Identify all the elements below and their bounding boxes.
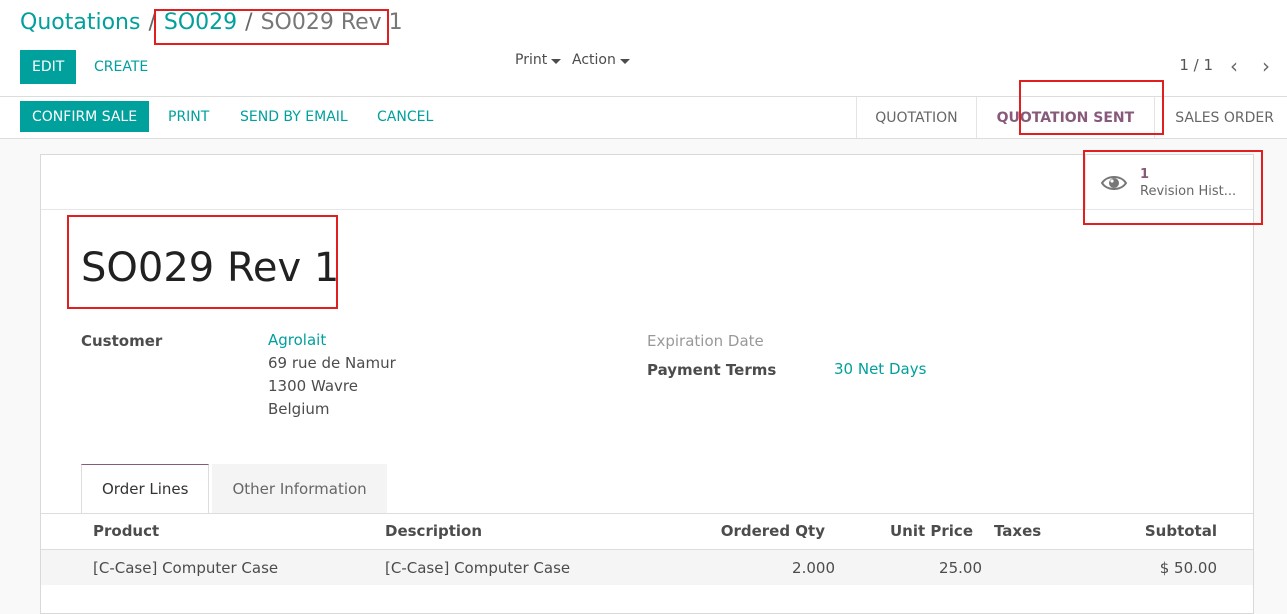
highlight-revision-button [1083, 150, 1263, 225]
create-button[interactable]: CREATE [94, 50, 148, 84]
payment-terms-link[interactable]: 30 Net Days [834, 358, 926, 381]
tab-order-lines[interactable]: Order Lines [81, 464, 210, 513]
print-dropdown[interactable]: Print [515, 52, 562, 68]
column-header[interactable]: Description [385, 522, 482, 540]
cell-product: [C-Case] Computer Case [93, 559, 279, 577]
caret-down-icon [551, 58, 562, 64]
chevron-right-icon[interactable]: › [1262, 54, 1270, 78]
column-header[interactable]: Subtotal [1145, 522, 1217, 540]
button-box: 1 Revision Hist... [41, 155, 1253, 210]
divider [0, 138, 1287, 139]
cancel-button[interactable]: CANCEL [377, 100, 433, 134]
action-dropdown-label: Action [572, 52, 616, 68]
cell-ordered-qty: 2.000 [792, 559, 835, 577]
form-sheet: 1 Revision Hist... SO029 Rev 1 Customer … [40, 150, 1263, 614]
divider [41, 513, 1253, 514]
highlight-breadcrumb [154, 9, 389, 45]
cell-subtotal: $ 50.00 [1159, 559, 1217, 577]
edit-button[interactable]: EDIT [20, 50, 77, 84]
stage-sales-order[interactable]: SALES ORDER [1154, 97, 1287, 138]
column-header[interactable]: Taxes [994, 522, 1041, 540]
customer-label: Customer [81, 332, 163, 350]
print-button[interactable]: PRINT [168, 100, 209, 134]
notebook-tabs: Order Lines Other Information [81, 464, 387, 513]
payment-terms-label: Payment Terms [647, 361, 777, 379]
control-panel: Quotations / SO029 / SO029 Rev 1 EDIT CR… [0, 0, 1287, 139]
column-header[interactable]: Product [93, 522, 159, 540]
caret-down-icon [619, 58, 630, 64]
expiration-date-label: Expiration Date [647, 332, 764, 350]
tab-other-information[interactable]: Other Information [212, 464, 387, 513]
stage-quotation[interactable]: QUOTATION [856, 97, 975, 138]
highlight-quotation-sent [1019, 80, 1164, 135]
customer-link[interactable]: Agrolait [268, 329, 326, 352]
highlight-title [67, 215, 338, 309]
chevron-left-icon[interactable]: ‹ [1230, 54, 1238, 78]
address-line: Belgium [268, 400, 330, 418]
cell-unit-price: 25.00 [939, 559, 982, 577]
action-dropdown[interactable]: Action [572, 52, 630, 68]
address-line: 69 rue de Namur [268, 354, 396, 372]
confirm-sale-button[interactable]: CONFIRM SALE [20, 101, 150, 132]
table-row[interactable]: [C-Case] Computer Case [C-Case] Computer… [41, 549, 1253, 585]
pager-value[interactable]: 1 / 1 [1179, 56, 1213, 74]
column-header[interactable]: Unit Price [890, 522, 973, 540]
breadcrumb-quotations[interactable]: Quotations [20, 10, 140, 35]
cell-description: [C-Case] Computer Case [385, 559, 571, 577]
print-dropdown-label: Print [515, 52, 548, 68]
column-header[interactable]: Ordered Qty [721, 522, 825, 540]
address-line: 1300 Wavre [268, 377, 358, 395]
send-by-email-button[interactable]: SEND BY EMAIL [240, 100, 348, 134]
